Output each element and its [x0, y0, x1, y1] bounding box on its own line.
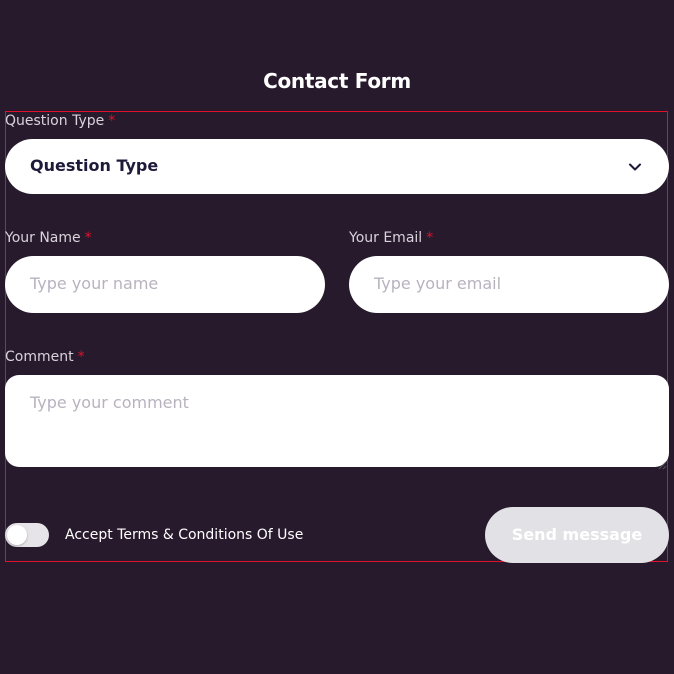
- question-type-label-text: Question Type: [5, 113, 105, 129]
- resize-handle-icon[interactable]: [657, 455, 667, 470]
- terms-toggle[interactable]: [5, 523, 49, 547]
- question-type-select[interactable]: Question Type: [5, 139, 669, 194]
- comment-label: Comment *: [5, 347, 85, 367]
- name-placeholder: Type your name: [30, 274, 159, 293]
- terms-label: Accept Terms & Conditions Of Use: [65, 527, 304, 543]
- required-marker: *: [84, 230, 92, 246]
- chevron-down-icon: [625, 157, 645, 177]
- form-title: Contact Form: [263, 69, 411, 93]
- name-label-text: Your Name: [5, 230, 81, 246]
- required-marker: *: [108, 113, 116, 129]
- comment-placeholder: Type your comment: [30, 393, 189, 412]
- contact-page: Contact Form Question Type * Question Typ…: [0, 0, 674, 674]
- name-label: Your Name *: [5, 228, 92, 248]
- required-marker: *: [426, 230, 434, 246]
- required-marker: *: [77, 349, 85, 365]
- email-input[interactable]: Type your email: [349, 256, 669, 313]
- email-label: Your Email *: [349, 228, 433, 248]
- comment-textarea[interactable]: Type your comment: [5, 375, 669, 470]
- toggle-knob: [7, 525, 27, 545]
- question-type-label: Question Type *: [5, 111, 115, 131]
- email-placeholder: Type your email: [374, 274, 502, 293]
- comment-label-text: Comment: [5, 349, 74, 365]
- email-label-text: Your Email: [349, 230, 423, 246]
- question-type-selected-value: Question Type: [30, 156, 159, 175]
- send-message-button[interactable]: Send message: [485, 507, 669, 563]
- name-input[interactable]: Type your name: [5, 256, 325, 313]
